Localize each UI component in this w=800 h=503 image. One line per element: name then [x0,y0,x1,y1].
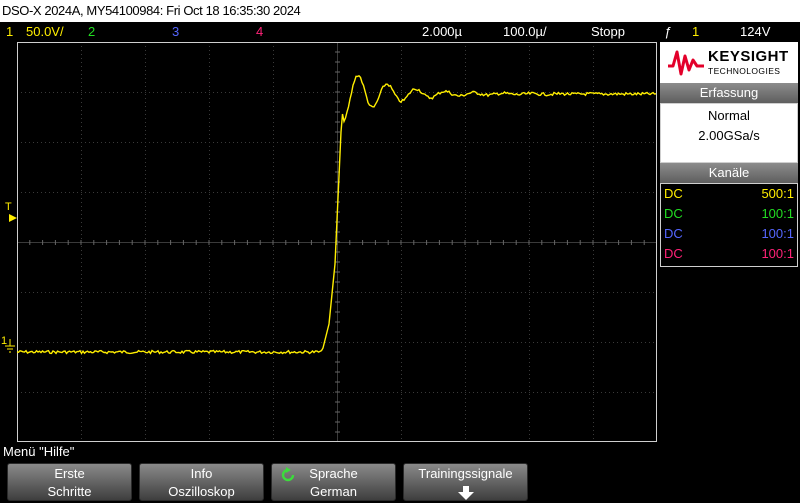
status-bar: 1 50.0V/ 2 3 4 2.000µ 100.0µ/ Stopp ƒ 1 … [0,22,800,42]
keysight-wave-icon [668,50,704,76]
rotate-knob-icon [281,467,295,482]
ch4-indicator[interactable]: 4 [256,22,263,42]
ch2-probe: 100:1 [761,206,794,221]
trigger-level-arrow-icon [9,214,17,222]
softkey-2-line1: Info [190,466,213,481]
arrow-down-icon [457,486,474,500]
logo-name: KEYSIGHT [708,48,789,65]
channels-header[interactable]: Kanäle [660,163,798,183]
acquisition-header[interactable]: Erfassung [660,83,798,103]
acquisition-panel[interactable]: Normal 2.00GSa/s [660,103,798,163]
trigger-level-marker[interactable]: T [5,202,12,213]
title-bar: DSO-X 2024A, MY54100984: Fri Oct 18 16:3… [0,0,800,22]
softkey-training-signals[interactable]: Trainingssignale [403,463,528,501]
trigger-source[interactable]: 1 [692,22,699,42]
channel-row-3[interactable]: DC 100:1 [661,224,797,244]
ch1-probe: 500:1 [761,186,794,201]
ch3-probe: 100:1 [761,226,794,241]
acquisition-mode: Normal [708,108,750,123]
window-title: DSO-X 2024A, MY54100984: Fri Oct 18 16:3… [2,3,301,18]
ch2-coupling: DC [664,206,683,221]
softkey-getting-started[interactable]: Erste Schritte [7,463,132,501]
softkey-3-line2: German [310,484,357,499]
ch4-coupling: DC [664,246,683,261]
trigger-edge-icon: ƒ [664,24,672,39]
channel-row-2[interactable]: DC 100:1 [661,204,797,224]
ch3-coupling: DC [664,226,683,241]
waveform-grid [17,42,657,442]
softkey-language[interactable]: Sprache German [271,463,396,501]
trigger-level[interactable]: 124V [740,22,770,42]
softkey-about-oscilloscope[interactable]: Info Oszilloskop [139,463,264,501]
ch3-indicator[interactable]: 3 [172,22,179,42]
sample-rate: 2.00GSa/s [698,128,760,143]
waveform-display[interactable] [17,42,657,442]
channels-panel[interactable]: DC 500:1 DC 100:1 DC 100:1 DC 100:1 [660,183,798,267]
logo-sub: TECHNOLOGIES [708,66,781,76]
channel-row-4[interactable]: DC 100:1 [661,244,797,264]
ch1-scale[interactable]: 50.0V/ [26,22,64,42]
softkey-1-line1: Erste [54,466,85,481]
softkey-1-line2: Schritte [47,484,92,499]
horizontal-delay[interactable]: 100.0µ/ [503,22,547,42]
ch1-indicator[interactable]: 1 [6,22,13,42]
ch2-indicator[interactable]: 2 [88,22,95,42]
softkey-2-line2: Oszilloskop [168,484,235,499]
softkey-4-line1: Trainingssignale [418,466,513,481]
ch4-probe: 100:1 [761,246,794,261]
ch1-coupling: DC [664,186,683,201]
run-state: Stopp [591,24,625,39]
menu-label: Menü "Hilfe" [3,444,75,459]
ground-icon [5,339,15,353]
timebase-scale[interactable]: 2.000µ [422,22,462,42]
channel-row-1[interactable]: DC 500:1 [661,184,797,204]
keysight-logo: KEYSIGHT TECHNOLOGIES [660,42,798,84]
